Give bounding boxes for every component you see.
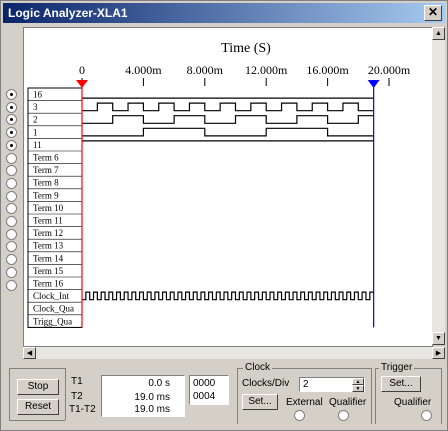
time-tick-label: 20.000m	[368, 63, 411, 77]
vertical-scrollbar[interactable]: ▲ ▼	[432, 27, 445, 345]
stop-group-border	[65, 368, 66, 420]
scroll-left-button[interactable]: ◀	[23, 347, 36, 359]
horizontal-scrollbar[interactable]: ◀ ▶	[23, 347, 445, 359]
channel-label: 3	[33, 102, 38, 112]
hex-readout-box: 0000 0004	[189, 375, 229, 405]
channel-radio[interactable]	[6, 266, 17, 278]
t1-value: 0.0 s	[148, 378, 170, 389]
channel-label: Clock_Qua	[33, 304, 74, 314]
t1-hex-value: 0000	[193, 378, 216, 389]
channel-label: Term 8	[33, 178, 59, 188]
channel-waveform	[82, 127, 374, 137]
trigger-group-label: Trigger	[379, 362, 415, 373]
clock-group-border	[237, 368, 238, 424]
time-tick-label: 12.000m	[245, 63, 288, 77]
channel-waveform	[82, 102, 374, 112]
channel-label: Term 11	[33, 216, 63, 226]
scroll-right-button[interactable]: ▶	[432, 347, 445, 359]
channel-radio[interactable]	[6, 190, 17, 202]
channel-radio[interactable]	[6, 152, 17, 164]
channel-label: 16	[33, 90, 43, 100]
close-button[interactable]: ✕	[424, 5, 442, 21]
reset-button[interactable]: Reset	[17, 399, 59, 415]
waveform-canvas: Time (S) 0 4.000m 8.000m 12.000m 16.000m 20.00…	[27, 41, 411, 328]
trigger-qualifier-label: Qualifier	[394, 397, 432, 408]
external-label: External	[286, 397, 323, 408]
trigger-group-border	[375, 368, 376, 424]
axis-title: Time (S)	[221, 41, 271, 56]
channel-radio[interactable]	[6, 165, 17, 177]
channel-radio[interactable]	[6, 127, 17, 139]
spin-up-button[interactable]: ▲	[352, 378, 364, 385]
clocks-per-div-label: Clocks/Div	[242, 378, 290, 389]
trigger-group-border	[441, 368, 442, 424]
trigger-qualifier-radio[interactable]	[421, 410, 432, 421]
channel-radio[interactable]	[6, 228, 17, 240]
channel-label: Term 12	[33, 228, 63, 238]
scroll-up-button[interactable]: ▲	[432, 27, 445, 40]
channel-label: Term 15	[33, 266, 64, 276]
stop-button[interactable]: Stop	[17, 379, 59, 395]
t1-t2-label: T1-T2	[69, 404, 96, 415]
channel-radio[interactable]	[6, 139, 17, 151]
clocks-per-div-input[interactable]: 2 ▲ ▼	[299, 377, 365, 392]
channel-label: Clock_Int	[33, 291, 69, 301]
t2-label: T2	[71, 391, 83, 402]
t1-t2-value: 19.0 ms	[134, 404, 170, 415]
channel-radio[interactable]	[6, 241, 17, 253]
channel-label: Term 14	[33, 253, 64, 263]
time-readout-box: 0.0 s 19.0 ms 19.0 ms	[101, 375, 185, 417]
channel-label: Term 16	[33, 279, 64, 289]
channel-label: 11	[33, 140, 42, 150]
clock-set-button[interactable]: Set...	[242, 394, 278, 410]
scroll-down-button[interactable]: ▼	[432, 332, 445, 345]
trigger-set-button[interactable]: Set...	[381, 376, 421, 392]
channel-label: Trigg_Qua	[33, 316, 72, 326]
channel-radio[interactable]	[6, 216, 17, 227]
waveform-display[interactable]: Time (S) 0 4.000m 8.000m 12.000m 16.000m 20.00…	[23, 27, 433, 347]
stop-group-border	[9, 368, 10, 420]
t1-label: T1	[71, 376, 83, 387]
stop-group-border	[9, 368, 65, 369]
channel-label: 1	[33, 127, 38, 137]
clocks-per-div-value: 2	[303, 379, 309, 390]
external-radio[interactable]	[294, 410, 305, 421]
channel-radio[interactable]	[6, 177, 17, 189]
channel-label: Term 10	[33, 203, 64, 213]
qualifier-label: Qualifier	[329, 397, 367, 408]
time-tick-label: 16.000m	[306, 63, 349, 77]
t2-hex-value: 0004	[193, 391, 216, 402]
channel-radio[interactable]	[6, 89, 17, 100]
t2-value: 19.0 ms	[134, 392, 170, 403]
clock-group-border	[371, 368, 372, 424]
spin-down-button[interactable]: ▼	[352, 385, 364, 392]
time-tick-label: 0	[79, 63, 85, 77]
time-tick-label: 4.000m	[125, 63, 162, 77]
channel-waveform	[82, 291, 374, 301]
logic-analyzer-window: Logic Analyzer-XLA1 ✕ Time (S) 0 4.000m 8.0…	[0, 0, 448, 431]
stop-group-border	[9, 420, 65, 421]
channel-label: Term 7	[33, 165, 59, 175]
time-tick-label: 8.000m	[187, 63, 224, 77]
channel-radio[interactable]	[6, 279, 17, 291]
window-title: Logic Analyzer-XLA1	[8, 6, 128, 20]
clock-group-label: Clock	[243, 362, 273, 373]
channel-label: Term 9	[33, 190, 59, 200]
channel-waveform	[82, 115, 374, 124]
title-bar[interactable]: Logic Analyzer-XLA1 ✕	[3, 3, 445, 23]
channel-radio[interactable]	[6, 203, 17, 215]
channel-radio[interactable]	[6, 254, 17, 266]
channel-label: Term 6	[33, 153, 59, 163]
channel-radio[interactable]	[6, 114, 17, 126]
qualifier-radio[interactable]	[338, 410, 349, 421]
cursor-t1-handle	[76, 80, 88, 88]
cursor-t2-handle	[367, 80, 380, 88]
channel-radio[interactable]	[6, 101, 17, 113]
channel-label: Term 13	[33, 241, 64, 251]
channel-label: 2	[33, 115, 38, 125]
